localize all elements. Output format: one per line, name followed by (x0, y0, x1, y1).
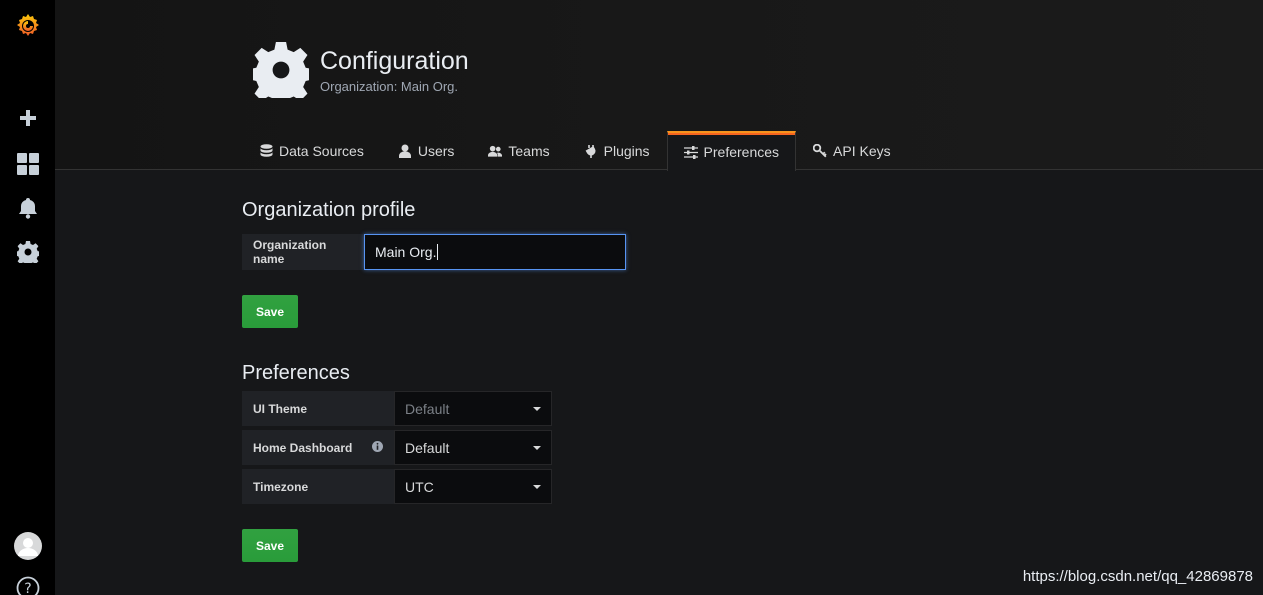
caret-down-icon (533, 406, 541, 411)
text-cursor (437, 244, 439, 260)
database-icon (259, 144, 273, 158)
gear-icon[interactable] (0, 232, 55, 272)
caret-down-icon (533, 445, 541, 450)
watermark: https://blog.csdn.net/qq_42869878 (1022, 568, 1253, 585)
dashboards-icon[interactable] (0, 144, 55, 184)
config-gear-icon (248, 42, 314, 107)
tab-label: Preferences (703, 144, 780, 160)
tab-users[interactable]: Users (381, 131, 472, 170)
org-name-input[interactable]: Main Org. (364, 234, 626, 270)
plus-icon[interactable] (0, 98, 55, 138)
bell-icon[interactable] (0, 188, 55, 228)
home-dashboard-row: Home Dashboard Default (242, 430, 552, 465)
config-tabs: Data Sources Users Teams Plugins Prefere… (242, 131, 908, 171)
timezone-label: Timezone (242, 469, 394, 504)
preferences-heading: Preferences (242, 362, 350, 384)
ui-theme-select[interactable]: Default (394, 391, 552, 426)
timezone-value: UTC (405, 478, 434, 495)
tab-teams[interactable]: Teams (471, 131, 566, 170)
sliders-icon (683, 145, 698, 159)
caret-down-icon (533, 484, 541, 489)
page-header: Configuration Organization: Main Org. Da… (55, 0, 1263, 171)
home-dashboard-label-text: Home Dashboard (253, 440, 353, 455)
home-dashboard-value: Default (405, 439, 450, 456)
grafana-logo-icon[interactable] (0, 6, 55, 46)
org-name-row: Organization name Main Org. (242, 234, 626, 270)
org-name-value: Main Org. (375, 244, 437, 260)
timezone-row: Timezone UTC (242, 469, 552, 504)
preferences-save-button[interactable]: Save (242, 529, 298, 562)
tab-preferences[interactable]: Preferences (666, 131, 797, 171)
svg-text:?: ? (24, 581, 31, 595)
plug-icon (584, 144, 598, 158)
sidebar: ? (0, 0, 55, 595)
tab-label: API Keys (833, 143, 891, 159)
key-icon (813, 144, 827, 158)
ui-theme-row: UI Theme Default (242, 391, 552, 426)
user-icon (398, 144, 412, 158)
users-icon (488, 144, 503, 158)
tab-label: Teams (508, 143, 550, 159)
ui-theme-value: Default (405, 400, 450, 417)
ui-theme-label: UI Theme (242, 391, 394, 426)
info-icon[interactable] (372, 440, 383, 455)
tab-label: Plugins (603, 143, 650, 159)
tab-label: Data Sources (279, 143, 364, 159)
tab-api-keys[interactable]: API Keys (796, 131, 908, 170)
timezone-select[interactable]: UTC (394, 469, 552, 504)
help-icon[interactable]: ? (0, 568, 55, 595)
org-name-label: Organization name (242, 234, 364, 270)
page-title: Configuration (320, 47, 469, 75)
org-profile-heading: Organization profile (242, 199, 416, 221)
org-save-button[interactable]: Save (242, 295, 298, 328)
tab-label: Users (417, 143, 455, 159)
home-dashboard-select[interactable]: Default (394, 430, 552, 465)
avatar[interactable] (0, 526, 55, 566)
tab-plugins[interactable]: Plugins (567, 131, 667, 170)
home-dashboard-label: Home Dashboard (242, 430, 394, 465)
page-subtitle: Organization: Main Org. (320, 79, 459, 94)
tab-data-sources[interactable]: Data Sources (242, 131, 381, 170)
